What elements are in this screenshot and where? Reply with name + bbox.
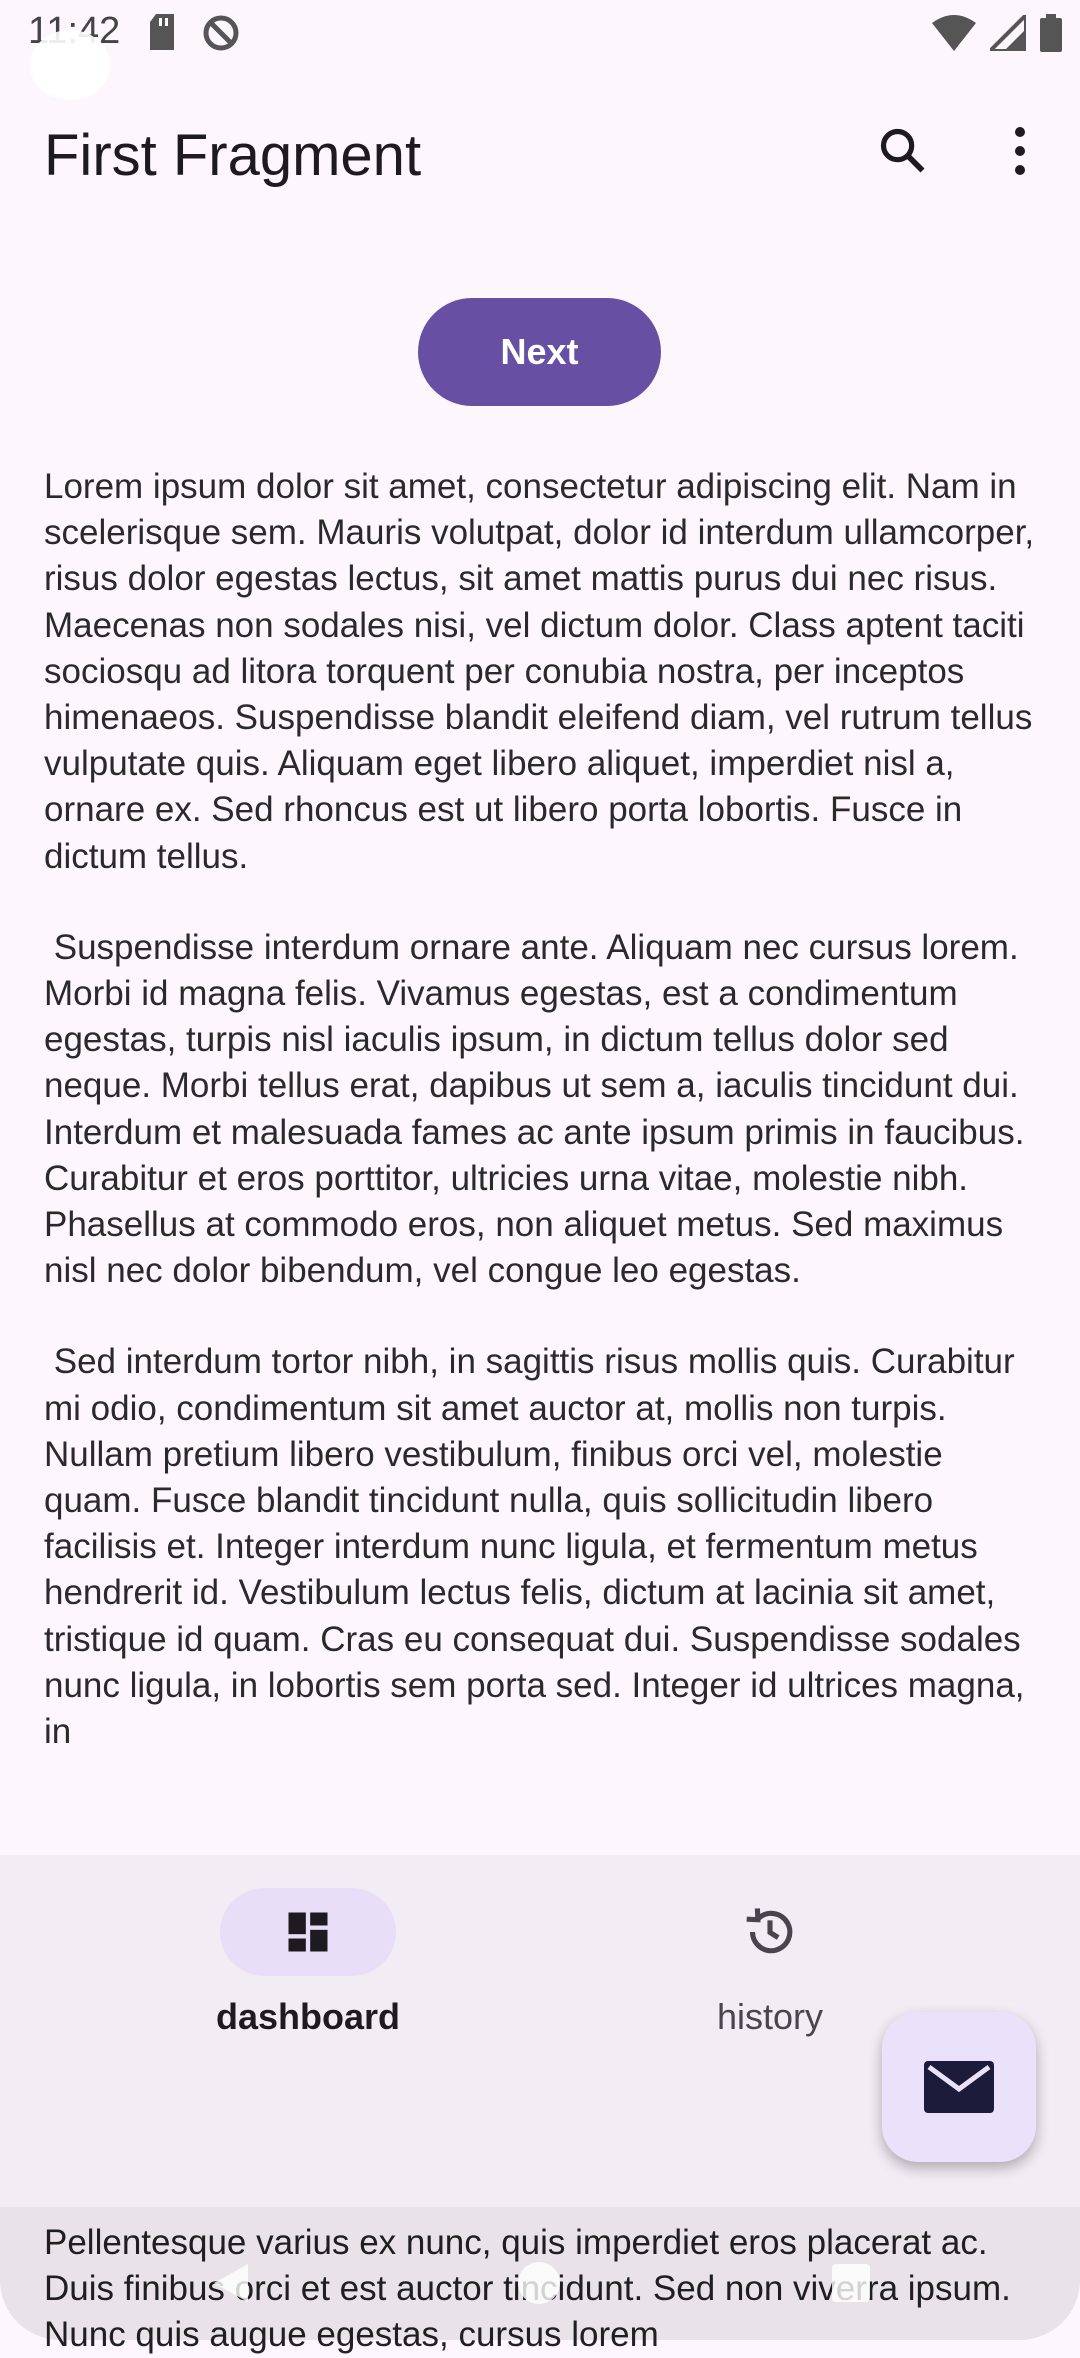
page-title: First Fragment <box>44 123 422 188</box>
recents-button[interactable] <box>832 2264 870 2302</box>
mail-icon <box>924 2061 994 2113</box>
next-button[interactable]: Next <box>418 298 661 406</box>
more-options-button[interactable] <box>985 116 1055 186</box>
nav-label-history: history <box>716 1996 824 2037</box>
no-sync-icon <box>203 15 239 51</box>
app-bar: First Fragment <box>0 92 1080 222</box>
sd-card-icon <box>150 14 174 50</box>
wifi-icon <box>932 15 976 51</box>
touch-indicator <box>30 30 110 100</box>
search-button[interactable] <box>868 116 938 186</box>
nav-item-history[interactable]: history <box>640 1888 900 2038</box>
search-icon <box>880 128 925 173</box>
paragraph: Lorem ipsum dolor sit amet, consectetur … <box>44 467 1044 876</box>
nav-item-dashboard[interactable]: dashboard <box>178 1888 438 2038</box>
battery-icon <box>1040 14 1062 52</box>
mail-fab[interactable] <box>882 2012 1036 2162</box>
status-bar: 11:42 <box>0 0 1080 66</box>
nav-label-dashboard: dashboard <box>215 1996 401 2037</box>
signal-icon <box>990 15 1026 51</box>
more-vert-icon <box>1015 127 1025 175</box>
history-icon <box>746 1908 793 1954</box>
paragraph: Sed interdum tortor nibh, in sagittis ri… <box>44 1342 1035 1752</box>
content-text: Lorem ipsum dolor sit amet, consectetur … <box>44 464 1044 1800</box>
home-button[interactable] <box>518 2262 560 2304</box>
dashboard-icon <box>288 1912 328 1952</box>
paragraph: Suspendisse interdum ornare ante. Aliqua… <box>44 927 1035 1291</box>
back-icon[interactable] <box>210 2262 252 2304</box>
